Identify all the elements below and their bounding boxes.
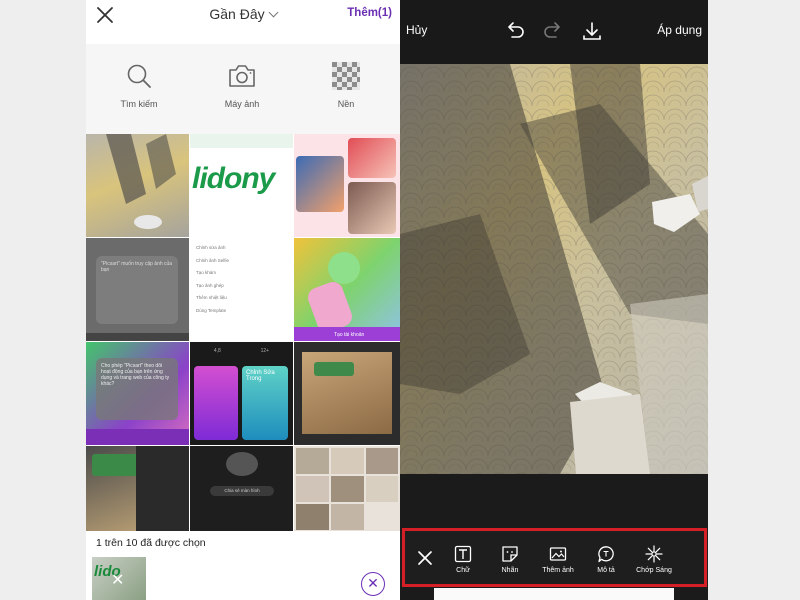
- gallery-picker-panel: Gần Đây Thêm(1) Tìm kiếm Máy ảnh Nền lid…: [86, 0, 400, 600]
- photo-tile[interactable]: "Picsart" muốn truy cập ảnh của bạn: [86, 238, 189, 341]
- album-title: Gần Đây: [209, 6, 265, 22]
- canvas-preview-strip: [434, 588, 674, 600]
- brand-thumbnail-text: lidony: [192, 162, 275, 195]
- photo-tile[interactable]: 4,8 12+ Chỉnh Sửa Trong: [190, 342, 293, 445]
- tracking-popup-thumbnail: Cho phép "Picsart" theo dõi hoạt động củ…: [96, 358, 178, 420]
- photo-tile[interactable]: [86, 446, 189, 531]
- selected-photo-thumbnail[interactable]: lido ✕: [92, 557, 146, 600]
- chevron-down-icon: [268, 7, 279, 18]
- photo-tile[interactable]: [86, 134, 189, 237]
- transparent-background-icon: [332, 62, 360, 90]
- photo-tile[interactable]: [294, 134, 400, 237]
- camera-icon: [229, 65, 255, 87]
- photo-tile[interactable]: lidony: [190, 134, 293, 237]
- search-icon: [127, 64, 151, 88]
- photo-tile[interactable]: Cho phép "Picsart" theo dõi hoạt động củ…: [86, 342, 189, 445]
- photo-tile[interactable]: Tạo tài khoản: [294, 238, 400, 341]
- photo-tile[interactable]: Chỉnh sửa ảnh Chỉnh ảnh Selfie Tạo khám …: [190, 238, 293, 341]
- menu-list-thumbnail: Chỉnh sửa ảnh Chỉnh ảnh Selfie Tạo khám …: [196, 245, 230, 313]
- cancel-button[interactable]: Hủy: [406, 23, 427, 37]
- photo-editor-panel: Hủy Áp dụng Chữ Nhãn Thêm ảnh Mô tả Chớp…: [400, 0, 708, 600]
- pavement-shadow-photo: [400, 64, 708, 474]
- selection-count-text: 1 trên 10 đã được chọn: [96, 537, 206, 549]
- camera-tool-button[interactable]: Máy ảnh: [192, 44, 292, 134]
- shadow-photo-thumbnail: [106, 134, 176, 229]
- create-account-thumbnail-text: Tạo tài khoản: [334, 332, 365, 338]
- add-more-button[interactable]: Thêm(1): [347, 7, 392, 19]
- screen-share-thumbnail-text: Chia sẻ màn hình: [210, 486, 274, 496]
- download-icon[interactable]: [581, 20, 603, 42]
- highlight-annotation-box: [402, 528, 707, 587]
- apply-button[interactable]: Áp dụng: [657, 23, 702, 37]
- photo-tile[interactable]: Chia sẻ màn hình: [190, 446, 293, 531]
- editor-top-bar: Hủy Áp dụng: [400, 0, 708, 64]
- remove-selection-button[interactable]: ✕: [361, 572, 385, 596]
- search-tool-label: Tìm kiếm: [120, 99, 158, 109]
- picker-tools: Tìm kiếm Máy ảnh Nền: [86, 44, 400, 134]
- picker-header: Gần Đây Thêm(1): [86, 0, 400, 30]
- photo-grid: lidony "Picsart" muốn truy cập ảnh của b…: [86, 134, 400, 531]
- background-tool-label: Nền: [337, 99, 355, 109]
- close-icon: ✕: [367, 575, 379, 591]
- background-tool-button[interactable]: Nền: [296, 44, 396, 134]
- promo-thumbnail-text: Chỉnh Sửa Trong: [242, 366, 288, 440]
- redo-icon[interactable]: [542, 20, 564, 42]
- photo-tile[interactable]: [294, 446, 400, 531]
- thumbnail-x-icon: ✕: [111, 572, 125, 589]
- photo-tile[interactable]: [294, 342, 400, 445]
- camera-tool-label: Máy ảnh: [224, 99, 260, 109]
- undo-icon[interactable]: [504, 20, 526, 42]
- permission-popup-thumbnail: "Picsart" muốn truy cập ảnh của bạn: [96, 256, 178, 324]
- edited-photo-canvas[interactable]: [400, 64, 708, 474]
- search-tool-button[interactable]: Tìm kiếm: [89, 44, 189, 134]
